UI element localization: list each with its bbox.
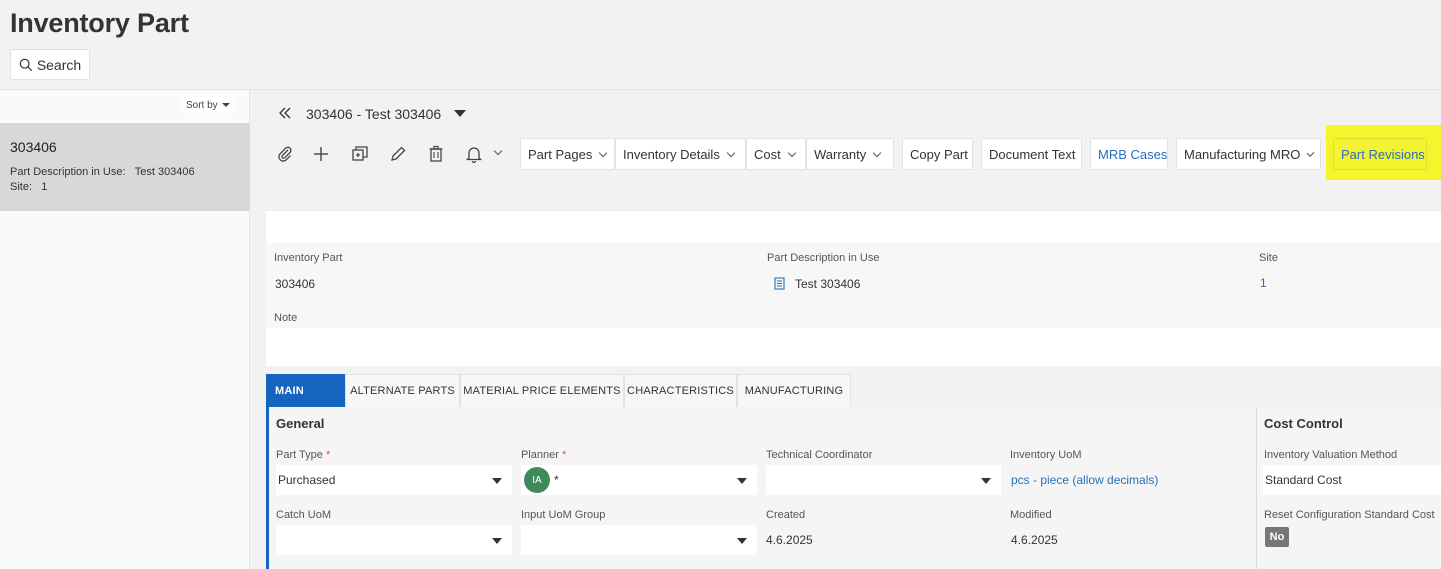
trash-icon bbox=[429, 145, 443, 162]
search-label: Search bbox=[36, 56, 82, 73]
reset-config-cost-label: Reset Configuration Standard Cost bbox=[1264, 509, 1435, 521]
list-item[interactable]: 303406 Part Description in Use: Test 303… bbox=[0, 123, 250, 211]
list-item-site: Site: 1 bbox=[10, 181, 48, 193]
caret-down-icon bbox=[981, 478, 991, 484]
chevron-down-icon bbox=[873, 148, 882, 157]
site-link[interactable]: 1 bbox=[1260, 276, 1267, 290]
catch-uom-select[interactable] bbox=[276, 525, 512, 555]
attachment-button[interactable] bbox=[276, 145, 294, 163]
document-text-label: Document Text bbox=[989, 146, 1076, 162]
notification-button[interactable] bbox=[465, 145, 503, 164]
caret-down-icon bbox=[221, 103, 230, 107]
avatar: IA bbox=[524, 467, 550, 493]
valuation-method-label: Inventory Valuation Method bbox=[1264, 449, 1398, 461]
part-description-value: Test 303406 bbox=[795, 277, 861, 291]
mrb-cases-label: MRB Cases bbox=[1098, 146, 1168, 162]
document-text-button[interactable]: Document Text bbox=[981, 138, 1082, 170]
cost-control-title: Cost Control bbox=[1264, 416, 1343, 431]
copy-part-label: Copy Part bbox=[910, 146, 968, 162]
part-type-select[interactable]: Purchased bbox=[276, 465, 512, 495]
add-button[interactable] bbox=[312, 145, 330, 163]
valuation-method-select[interactable]: Standard Cost bbox=[1263, 465, 1441, 495]
sort-by-button[interactable]: Sort by bbox=[180, 97, 236, 113]
part-type-label: Part Type * bbox=[276, 449, 331, 461]
pencil-icon bbox=[391, 146, 406, 161]
copy-part-button[interactable]: Copy Part bbox=[902, 138, 973, 170]
technical-coordinator-select[interactable] bbox=[766, 465, 1001, 495]
part-description-label: Part Description in Use bbox=[767, 252, 880, 264]
caret-down-icon bbox=[737, 538, 747, 544]
mrb-cases-button[interactable]: MRB Cases bbox=[1090, 138, 1168, 170]
plus-icon bbox=[314, 147, 328, 161]
warranty-button[interactable]: Warranty bbox=[806, 138, 894, 170]
sort-by-label: Sort by bbox=[186, 99, 218, 111]
search-button[interactable]: Search bbox=[10, 49, 90, 80]
manufacturing-mro-label: Manufacturing MRO bbox=[1184, 146, 1301, 162]
page-title: Inventory Part bbox=[10, 8, 189, 38]
chevron-down-icon bbox=[787, 148, 796, 157]
inventory-details-label: Inventory Details bbox=[623, 146, 720, 162]
catch-uom-label: Catch UoM bbox=[276, 509, 332, 521]
chevron-down-icon bbox=[599, 148, 608, 157]
reset-config-cost-toggle[interactable]: No bbox=[1265, 527, 1289, 547]
paperclip-icon bbox=[278, 146, 292, 162]
inventory-uom-label: Inventory UoM bbox=[1010, 449, 1082, 461]
part-pages-button[interactable]: Part Pages bbox=[520, 138, 615, 170]
duplicate-icon bbox=[352, 146, 368, 161]
list-item-id: 303406 bbox=[10, 139, 57, 155]
bell-icon bbox=[465, 147, 483, 164]
part-revisions-label: Part Revisions bbox=[1341, 146, 1425, 162]
delete-button[interactable] bbox=[427, 145, 445, 163]
inventory-uom-link[interactable]: pcs - piece (allow decimals) bbox=[1011, 473, 1158, 487]
tab-alternate-parts[interactable]: ALTERNATE PARTS bbox=[345, 374, 460, 407]
tab-main[interactable]: MAIN bbox=[266, 374, 345, 407]
caret-down-icon bbox=[737, 478, 747, 484]
planner-value: * bbox=[554, 473, 559, 487]
modified-label: Modified bbox=[1010, 509, 1052, 521]
created-value: 4.6.2025 bbox=[766, 533, 813, 547]
modified-value: 4.6.2025 bbox=[1011, 533, 1058, 547]
tab-manufacturing[interactable]: MANUFACTURING bbox=[737, 374, 851, 407]
chevron-down-icon bbox=[1306, 148, 1315, 157]
part-revisions-button[interactable]: Part Revisions bbox=[1333, 138, 1427, 170]
inventory-part-label: Inventory Part bbox=[274, 252, 343, 264]
general-title: General bbox=[276, 416, 325, 431]
chevron-down-icon bbox=[726, 148, 736, 157]
warranty-label: Warranty bbox=[814, 146, 867, 162]
note-label: Note bbox=[274, 312, 298, 324]
caret-down-icon bbox=[492, 538, 502, 544]
double-chevron-left-icon[interactable] bbox=[278, 106, 292, 120]
duplicate-button[interactable] bbox=[351, 145, 369, 163]
record-selector-caret-icon[interactable] bbox=[454, 110, 466, 117]
created-label: Created bbox=[766, 509, 806, 521]
part-type-value: Purchased bbox=[278, 473, 336, 487]
valuation-method-value: Standard Cost bbox=[1265, 473, 1342, 487]
cost-label: Cost bbox=[754, 146, 781, 162]
record-title: 303406 - Test 303406 bbox=[306, 106, 442, 122]
chevron-down-icon bbox=[493, 146, 503, 156]
caret-down-icon bbox=[492, 478, 502, 484]
tab-material-price-elements[interactable]: MATERIAL PRICE ELEMENTS bbox=[460, 374, 624, 407]
inventory-details-button[interactable]: Inventory Details bbox=[615, 138, 746, 170]
planner-label: Planner * bbox=[521, 449, 567, 461]
input-uom-group-label: Input UoM Group bbox=[521, 509, 606, 521]
document-icon[interactable] bbox=[774, 277, 785, 290]
planner-select[interactable]: IA * bbox=[521, 465, 757, 495]
site-label: Site bbox=[1259, 252, 1278, 264]
input-uom-group-select[interactable] bbox=[521, 525, 757, 555]
note-field[interactable] bbox=[274, 329, 1441, 363]
inventory-part-value: 303406 bbox=[275, 277, 316, 291]
cost-button[interactable]: Cost bbox=[746, 138, 806, 170]
part-pages-label: Part Pages bbox=[528, 146, 593, 162]
list-item-description: Part Description in Use: Test 303406 bbox=[10, 166, 195, 178]
tab-characteristics[interactable]: CHARACTERISTICS bbox=[624, 374, 737, 407]
technical-coordinator-label: Technical Coordinator bbox=[766, 449, 873, 461]
edit-button[interactable] bbox=[389, 145, 407, 163]
search-icon bbox=[19, 58, 32, 71]
manufacturing-mro-button[interactable]: Manufacturing MRO bbox=[1176, 138, 1321, 170]
